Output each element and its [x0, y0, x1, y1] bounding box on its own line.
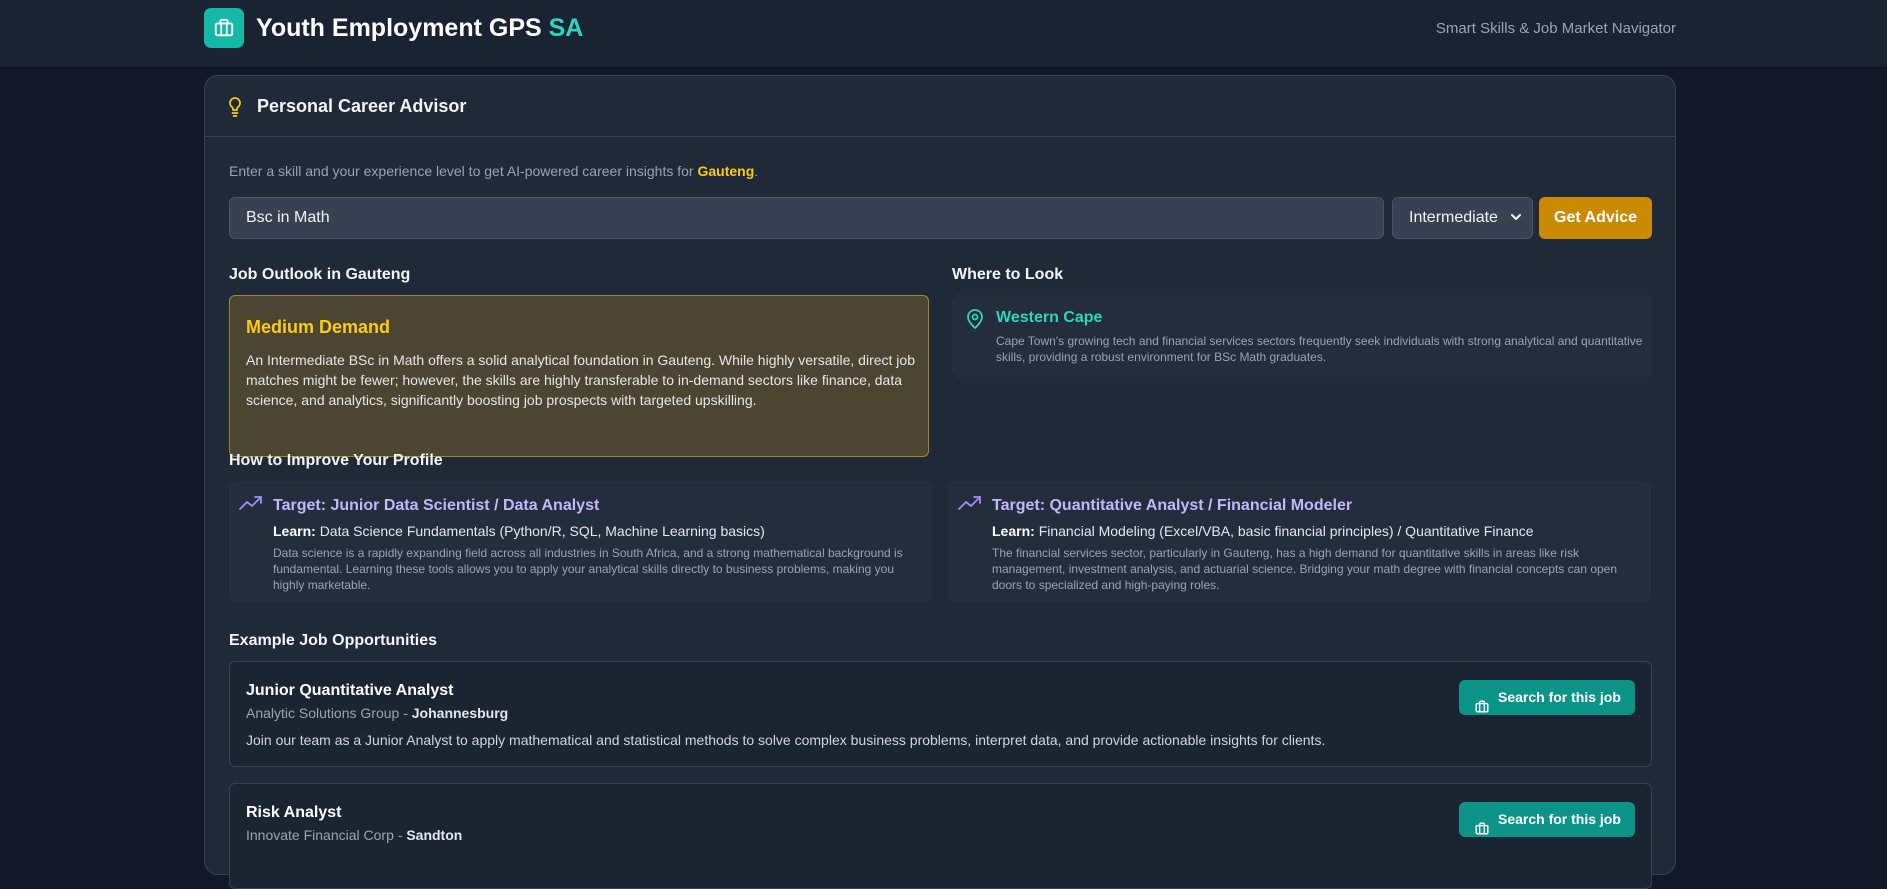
- app-tagline: Smart Skills & Job Market Navigator: [1435, 20, 1676, 37]
- experience-level-value: Intermediate: [1409, 209, 1498, 226]
- improve-target: Target: Junior Data Scientist / Data Ana…: [273, 497, 600, 514]
- company-separator: -: [393, 827, 407, 843]
- learn-label: Learn:: [273, 523, 316, 539]
- intro-text: Enter a skill and your experience level …: [229, 163, 758, 179]
- app-title-accent: SA: [548, 14, 584, 42]
- job-company: Analytic Solutions Group - Johannesburg: [246, 705, 508, 721]
- improve-learn: Learn: Data Science Fundamentals (Python…: [273, 523, 765, 539]
- improve-learn: Learn: Financial Modeling (Excel/VBA, ba…: [992, 523, 1534, 539]
- get-advice-button[interactable]: Get Advice: [1539, 197, 1652, 239]
- company-name: Analytic Solutions Group: [246, 705, 400, 721]
- job-outlook-heading: Job Outlook in Gauteng: [229, 266, 411, 283]
- experience-level-select[interactable]: Intermediate: [1392, 197, 1533, 239]
- card-title: Personal Career Advisor: [257, 96, 467, 116]
- job-location: Sandton: [406, 827, 463, 843]
- where-description: Cape Town's growing tech and financial s…: [996, 334, 1643, 364]
- career-advisor-card: Personal Career Advisor Enter a skill an…: [204, 75, 1676, 889]
- intro-suffix: .: [754, 163, 759, 179]
- trending-up-icon: [239, 495, 263, 516]
- top-bar: Youth Employment GPS SA Smart Skills & J…: [0, 0, 1887, 68]
- learn-value: Data Science Fundamentals (Python/R, SQL…: [319, 523, 765, 539]
- outlook-description: An Intermediate BSc in Math offers a sol…: [246, 352, 915, 408]
- app-title[interactable]: Youth Employment GPS SA: [256, 14, 583, 43]
- company-name: Innovate Financial Corp: [246, 827, 394, 843]
- demand-level: Medium Demand: [246, 317, 391, 337]
- where-to-look-item: Western Cape Cape Town's growing tech an…: [952, 295, 1652, 377]
- learn-value: Financial Modeling (Excel/VBA, basic fin…: [1038, 523, 1534, 539]
- job-opportunities-heading: Example Job Opportunities: [229, 632, 438, 649]
- briefcase-icon: [1475, 813, 1489, 848]
- intro-text-body: Enter a skill and your experience level …: [229, 163, 694, 179]
- company-separator: -: [399, 705, 412, 721]
- job-card: Risk Analyst Innovate Financial Corp - S…: [229, 783, 1652, 889]
- improve-description: Data science is a rapidly expanding fiel…: [273, 546, 903, 592]
- job-title: Junior Quantitative Analyst: [246, 682, 454, 699]
- app-title-main: Youth Employment GPS: [256, 14, 542, 42]
- skill-input[interactable]: Bsc in Math: [229, 197, 1384, 239]
- search-job-button[interactable]: Search for this job: [1459, 802, 1635, 837]
- search-job-label: Search for this job: [1498, 811, 1621, 827]
- briefcase-icon[interactable]: [204, 8, 244, 48]
- job-title: Risk Analyst: [246, 804, 342, 821]
- improve-item: Target: Junior Data Scientist / Data Ana…: [229, 481, 932, 602]
- job-company: Innovate Financial Corp - Sandton: [246, 827, 462, 843]
- lightbulb-icon: [227, 96, 243, 123]
- job-location: Johannesburg: [411, 705, 509, 721]
- map-pin-icon: [965, 308, 985, 335]
- search-job-button[interactable]: Search for this job: [1459, 680, 1635, 715]
- improve-target: Target: Quantitative Analyst / Financial…: [992, 497, 1353, 514]
- where-to-look-heading: Where to Look: [952, 266, 1064, 283]
- job-outlook-panel: Medium Demand An Intermediate BSc in Mat…: [229, 295, 929, 457]
- learn-label: Learn:: [992, 523, 1035, 539]
- where-region: Western Cape: [996, 309, 1103, 326]
- improve-profile-heading: How to Improve Your Profile: [229, 452, 443, 469]
- briefcase-icon: [1475, 691, 1489, 726]
- improve-description: The financial services sector, particula…: [992, 546, 1618, 592]
- top-bar-inner: Youth Employment GPS SA Smart Skills & J…: [204, 0, 1676, 68]
- card-header: Personal Career Advisor: [205, 76, 1675, 137]
- improve-item: Target: Quantitative Analyst / Financial…: [948, 481, 1651, 602]
- trending-up-icon: [958, 495, 982, 516]
- job-card: Junior Quantitative Analyst Analytic Sol…: [229, 661, 1652, 767]
- intro-location: Gauteng: [697, 163, 755, 179]
- job-description: Join our team as a Junior Analyst to app…: [246, 732, 1326, 748]
- search-job-label: Search for this job: [1498, 689, 1621, 705]
- chevron-down-icon: [1510, 198, 1522, 254]
